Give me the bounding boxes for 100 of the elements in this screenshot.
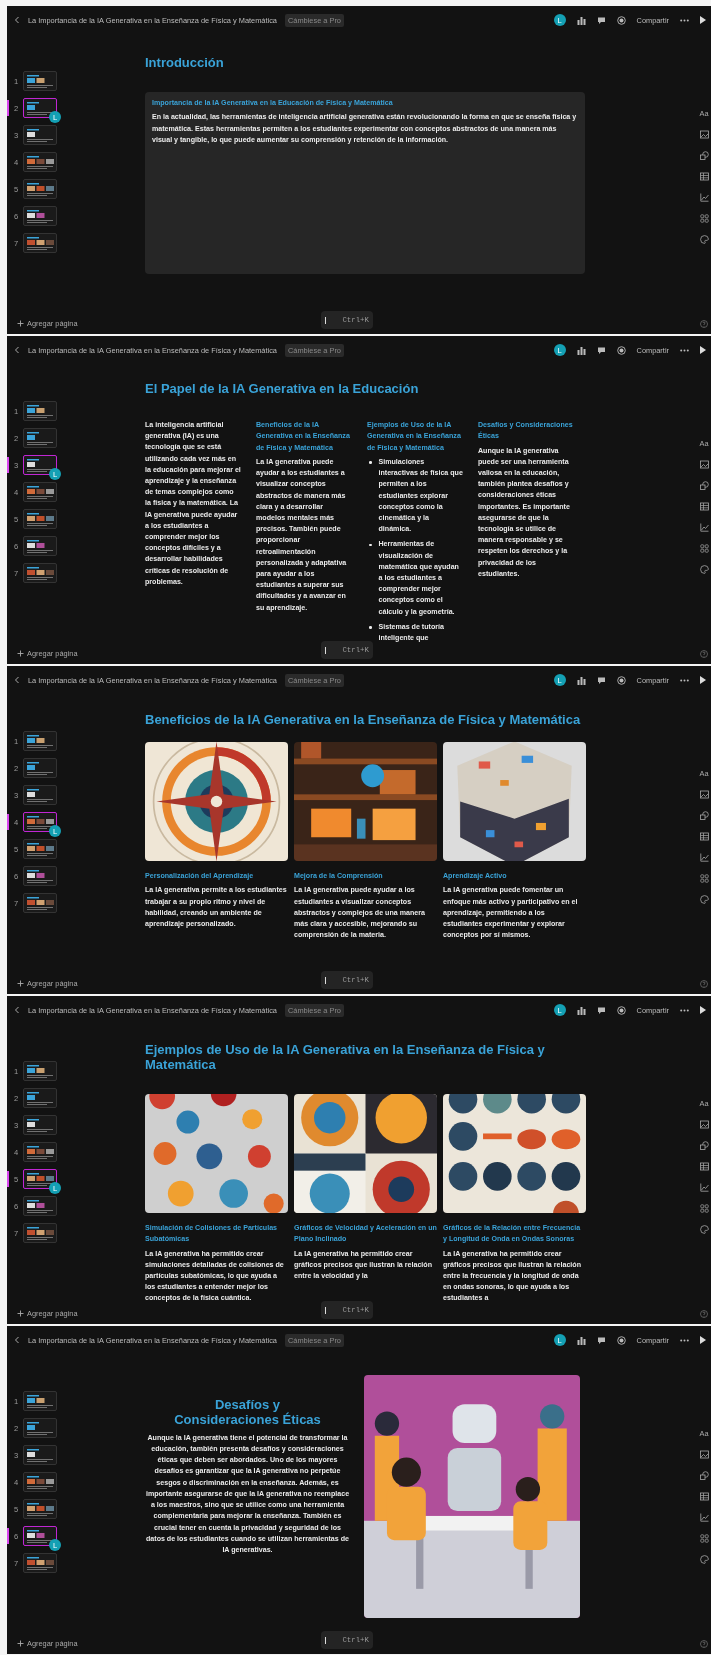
line-chart-icon[interactable]: [699, 193, 709, 202]
slide-thumbnail[interactable]: [23, 1196, 57, 1216]
bar-chart-icon[interactable]: [576, 675, 586, 685]
table-icon[interactable]: [699, 1162, 709, 1171]
slide-thumbnail[interactable]: [23, 71, 57, 91]
record-icon[interactable]: [616, 1005, 626, 1015]
slide-thumbnail[interactable]: [23, 1499, 57, 1519]
table-icon[interactable]: [699, 832, 709, 841]
line-chart-icon[interactable]: [699, 1513, 709, 1522]
slide-thumbnail[interactable]: [23, 509, 57, 529]
slide-thumbnail[interactable]: [23, 401, 57, 421]
record-icon[interactable]: [616, 1335, 626, 1345]
play-icon[interactable]: [700, 346, 706, 354]
slide-thumbnail[interactable]: [23, 1088, 57, 1108]
palette-icon[interactable]: [699, 235, 709, 244]
grid-icon[interactable]: [699, 544, 709, 553]
table-icon[interactable]: [699, 502, 709, 511]
image-icon[interactable]: [699, 790, 709, 799]
slide-thumbnail[interactable]: [23, 758, 57, 778]
play-icon[interactable]: [700, 676, 706, 684]
image-icon[interactable]: [699, 130, 709, 139]
slide-thumbnail[interactable]: [23, 1391, 57, 1411]
slide-thumbnail[interactable]: [23, 731, 57, 751]
image-icon[interactable]: [699, 1450, 709, 1459]
slide-thumbnail[interactable]: [23, 1472, 57, 1492]
palette-icon[interactable]: [699, 565, 709, 574]
slide-thumbnail[interactable]: [23, 1445, 57, 1465]
back-icon[interactable]: [14, 16, 20, 24]
record-icon[interactable]: [616, 15, 626, 25]
comment-icon[interactable]: [596, 345, 606, 355]
back-icon[interactable]: [14, 346, 20, 354]
slide-thumbnail[interactable]: [23, 482, 57, 502]
slide-thumbnail[interactable]: [23, 233, 57, 253]
palette-icon[interactable]: [699, 1555, 709, 1564]
slide-thumbnail[interactable]: [23, 1526, 57, 1546]
bar-chart-icon[interactable]: [576, 345, 586, 355]
cursor-icon: [325, 1636, 326, 1644]
line-chart-icon[interactable]: [699, 1183, 709, 1192]
table-icon[interactable]: [699, 172, 709, 181]
shapes-icon[interactable]: [699, 1141, 709, 1150]
record-icon[interactable]: [616, 345, 626, 355]
slide-thumbnail[interactable]: [23, 455, 57, 475]
slide-thumbnail[interactable]: [23, 893, 57, 913]
cursor-icon: [325, 976, 326, 984]
play-icon[interactable]: [700, 16, 706, 24]
grid-icon[interactable]: [699, 874, 709, 883]
slide-thumbnail[interactable]: [23, 206, 57, 226]
cursor-icon: [325, 1306, 326, 1314]
bullet-icon: [369, 461, 372, 464]
back-icon[interactable]: [14, 1006, 20, 1014]
bar-chart-icon[interactable]: [576, 15, 586, 25]
shapes-icon[interactable]: [699, 811, 709, 820]
more-icon[interactable]: [680, 18, 689, 22]
palette-icon[interactable]: [699, 895, 709, 904]
play-icon[interactable]: [700, 1006, 706, 1014]
image-icon[interactable]: [699, 1120, 709, 1129]
slide-thumbnail[interactable]: [23, 428, 57, 448]
line-chart-icon[interactable]: [699, 853, 709, 862]
slide-thumbnail[interactable]: [23, 1061, 57, 1081]
slide-thumbnail[interactable]: [23, 1169, 57, 1189]
more-icon[interactable]: [680, 348, 689, 352]
slide-thumbnail[interactable]: [23, 536, 57, 556]
slide-thumbnail[interactable]: [23, 785, 57, 805]
more-icon[interactable]: [680, 678, 689, 682]
slide-thumbnail[interactable]: [23, 812, 57, 832]
grid-icon[interactable]: [699, 1204, 709, 1213]
cursor-icon: [325, 316, 326, 324]
slide-thumbnail[interactable]: [23, 866, 57, 886]
slide-thumbnail[interactable]: [23, 125, 57, 145]
grid-icon[interactable]: [699, 214, 709, 223]
palette-icon[interactable]: [699, 1225, 709, 1234]
table-icon[interactable]: [699, 1492, 709, 1501]
bar-chart-icon[interactable]: [576, 1005, 586, 1015]
slide-thumbnail[interactable]: [23, 1553, 57, 1573]
comment-icon[interactable]: [596, 675, 606, 685]
slide-thumbnail[interactable]: [23, 1142, 57, 1162]
back-icon[interactable]: [14, 676, 20, 684]
slide-thumbnail[interactable]: [23, 1418, 57, 1438]
bar-chart-icon[interactable]: [576, 1335, 586, 1345]
shapes-icon[interactable]: [699, 151, 709, 160]
comment-icon[interactable]: [596, 15, 606, 25]
shapes-icon[interactable]: [699, 1471, 709, 1480]
comment-icon[interactable]: [596, 1335, 606, 1345]
slide-thumbnail[interactable]: [23, 98, 57, 118]
slide-thumbnail[interactable]: [23, 179, 57, 199]
more-icon[interactable]: [680, 1338, 689, 1342]
slide-thumbnail[interactable]: [23, 839, 57, 859]
slide-thumbnail[interactable]: [23, 152, 57, 172]
back-icon[interactable]: [14, 1336, 20, 1344]
image-icon[interactable]: [699, 460, 709, 469]
record-icon[interactable]: [616, 675, 626, 685]
slide-thumbnail[interactable]: [23, 563, 57, 583]
line-chart-icon[interactable]: [699, 523, 709, 532]
slide-thumbnail[interactable]: [23, 1115, 57, 1135]
play-icon[interactable]: [700, 1336, 706, 1344]
grid-icon[interactable]: [699, 1534, 709, 1543]
slide-thumbnail[interactable]: [23, 1223, 57, 1243]
more-icon[interactable]: [680, 1008, 689, 1012]
shapes-icon[interactable]: [699, 481, 709, 490]
comment-icon[interactable]: [596, 1005, 606, 1015]
